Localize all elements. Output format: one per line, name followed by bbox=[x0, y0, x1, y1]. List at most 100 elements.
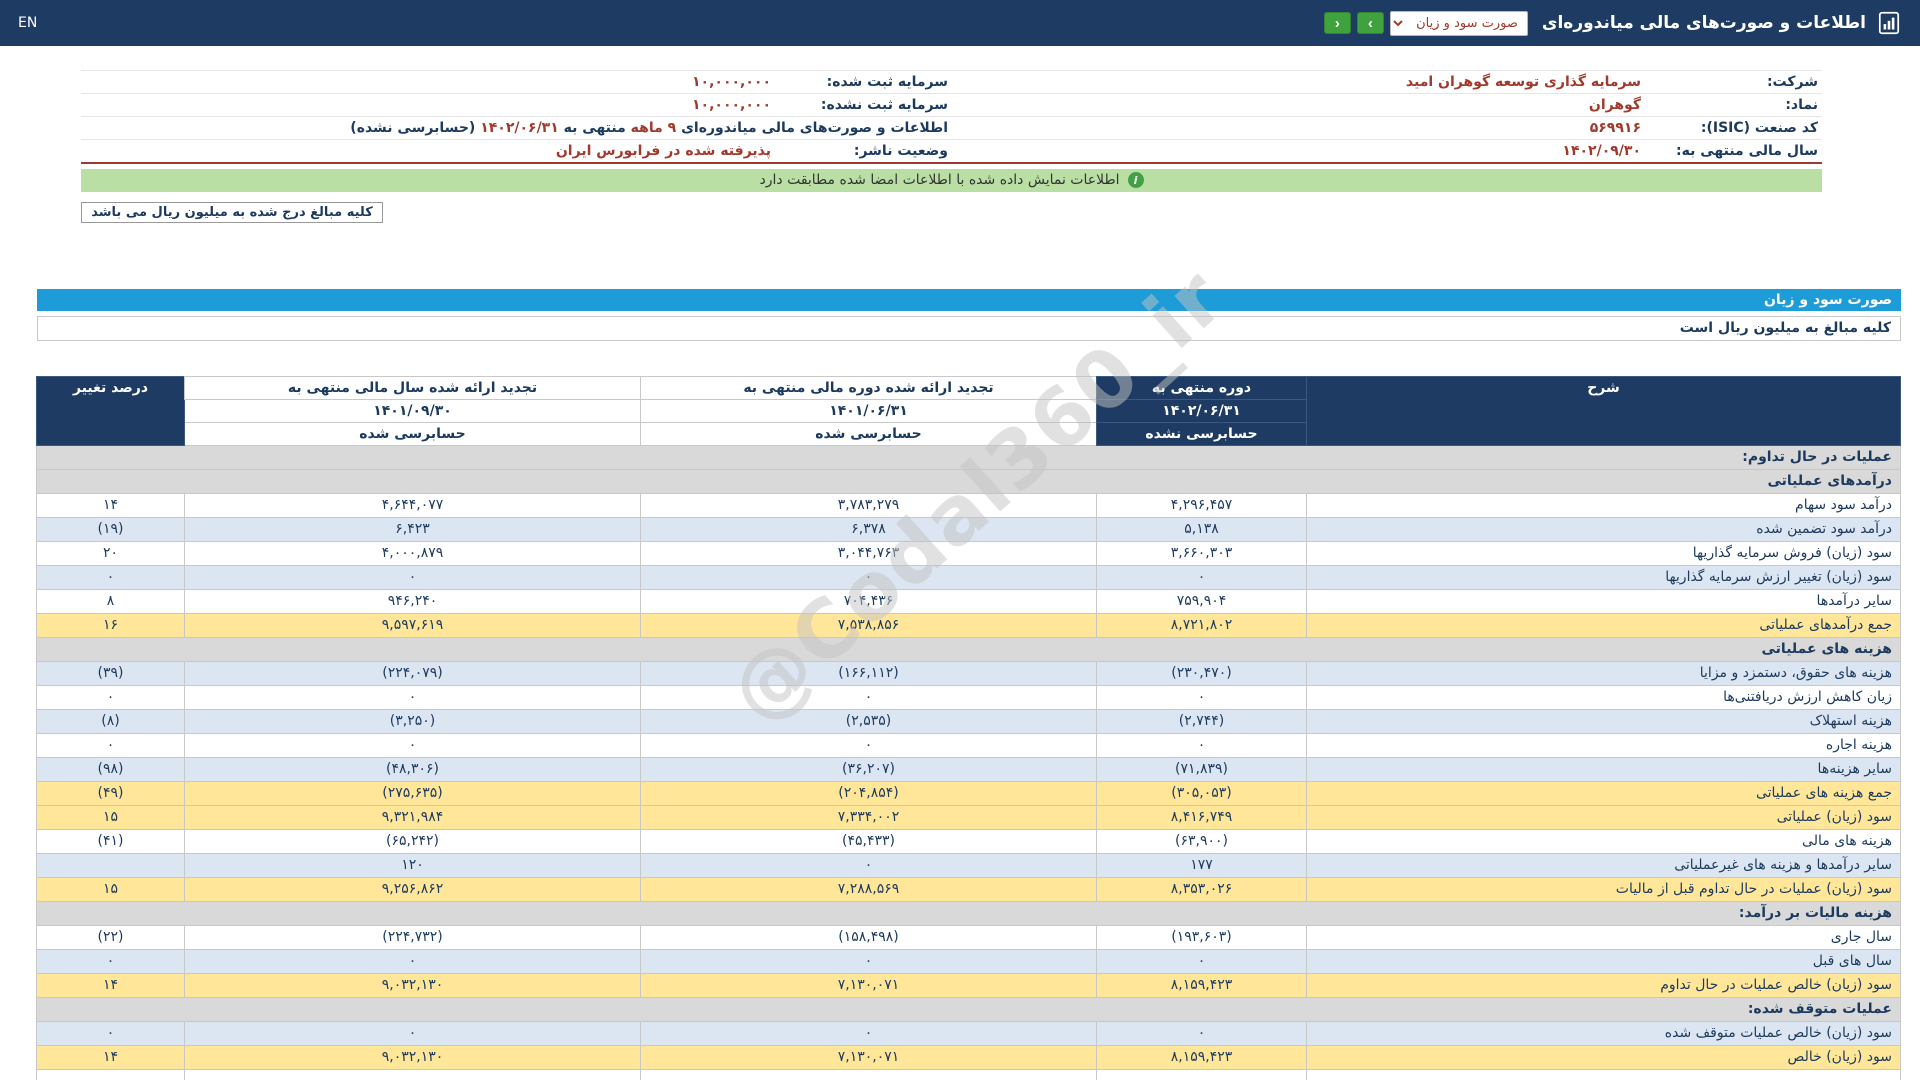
value-restated-period-cell: ۰ bbox=[641, 949, 1097, 973]
company-info-table: شرکت: سرمایه گذاری توسعه گوهران امید سرم… bbox=[81, 70, 1822, 164]
column-header-restated-period: تجدید ارائه شده دوره مالی منتهی به bbox=[641, 376, 1097, 399]
row-label-cell: سایر درآمدها bbox=[1307, 589, 1901, 613]
table-row: جمع هزینه های عملیاتی(۳۰۵,۰۵۳)(۲۰۴,۸۵۴)(… bbox=[37, 781, 1901, 805]
table-row: سود (زیان) خالص عملیات متوقف شده۰۰۰۰ bbox=[37, 1021, 1901, 1045]
value-restated-period-cell: ۰ bbox=[641, 1021, 1097, 1045]
value-restated-year-cell: ۴,۶۴۴,۰۷۷ bbox=[185, 493, 641, 517]
value-current-period-cell: (۲,۷۴۴) bbox=[1097, 709, 1307, 733]
table-row bbox=[37, 1069, 1901, 1080]
section-label: عملیات در حال تداوم: bbox=[37, 445, 1901, 469]
section-row: هزینه مالیات بر درآمد: bbox=[37, 901, 1901, 925]
table-row: سود (زیان) عملیاتی۸,۴۱۶,۷۴۹۷,۳۳۴,۰۰۲۹,۳۲… bbox=[37, 805, 1901, 829]
row-label-cell: سود (زیان) عملیات در حال تداوم قبل از ما… bbox=[1307, 877, 1901, 901]
company-info-section: شرکت: سرمایه گذاری توسعه گوهران امید سرم… bbox=[81, 70, 1822, 164]
fiscal-year-label: سال مالی منتهی به: bbox=[1647, 140, 1822, 163]
statement-table-body: عملیات در حال تداوم:درآمدهای عملیاتیدرآم… bbox=[37, 445, 1901, 1080]
statement-unit-note: کلیه مبالغ به میلیون ریال است bbox=[37, 316, 1901, 341]
table-row: سود (زیان) خالص۸,۱۵۹,۴۲۳۷,۱۳۰,۰۷۱۹,۰۳۲,۱… bbox=[37, 1045, 1901, 1069]
top-navigation-bar: اطلاعات و صورت‌های مالی میاندوره‌ای صورت… bbox=[0, 0, 1920, 46]
value-restated-year-cell: (۲۲۴,۷۳۲) bbox=[185, 925, 641, 949]
value-current-period-cell: ۰ bbox=[1097, 565, 1307, 589]
current-period-date: ۱۴۰۲/۰۶/۳۱ bbox=[1097, 399, 1307, 422]
value-restated-year-cell: (۶۵,۲۴۲) bbox=[185, 829, 641, 853]
percent-change-cell: (۱۹) bbox=[37, 517, 185, 541]
column-header-restated-year: تجدید ارائه شده سال مالی منتهی به bbox=[185, 376, 641, 399]
interim-suffix: (حسابرسی نشده) bbox=[350, 120, 475, 136]
value-current-period-cell: (۱۹۳,۶۰۳) bbox=[1097, 925, 1307, 949]
value-restated-year-cell: ۱۲۰ bbox=[185, 853, 641, 877]
percent-change-cell: (۹۸) bbox=[37, 757, 185, 781]
table-row: هزینه های مالی(۶۳,۹۰۰)(۴۵,۴۳۳)(۶۵,۲۴۲)(۴… bbox=[37, 829, 1901, 853]
value-restated-period-cell: (۱۵۸,۴۹۸) bbox=[641, 925, 1097, 949]
statement-title-bar: صورت سود و زیان bbox=[37, 289, 1901, 311]
codal360-page: { "header": { "title": "اطلاعات و صورت‌ه… bbox=[0, 0, 1920, 1080]
statement-table-header: شرح دوره منتهی به تجدید ارائه شده دوره م… bbox=[37, 376, 1901, 445]
value-restated-period-cell: ۶,۳۷۸ bbox=[641, 517, 1097, 541]
value-restated-period-cell: (۴۵,۴۳۳) bbox=[641, 829, 1097, 853]
signed-data-notice-text: اطلاعات نمایش داده شده با اطلاعات امضا ش… bbox=[760, 172, 1120, 188]
row-label-cell: جمع درآمدهای عملیاتی bbox=[1307, 613, 1901, 637]
statement-select[interactable]: صورت سود و زیان bbox=[1390, 11, 1528, 36]
value-restated-year-cell: (۲۷۵,۶۳۵) bbox=[185, 781, 641, 805]
percent-change-cell: ۱۴ bbox=[37, 493, 185, 517]
interim-middle: منتهی به bbox=[564, 120, 626, 136]
value-current-period-cell: ۵,۱۳۸ bbox=[1097, 517, 1307, 541]
value-restated-period-cell bbox=[641, 1069, 1097, 1080]
value-restated-period-cell: ۷۰۴,۴۳۶ bbox=[641, 589, 1097, 613]
value-restated-period-cell: ۳,۷۸۳,۲۷۹ bbox=[641, 493, 1097, 517]
table-row: سود (زیان) عملیات در حال تداوم قبل از ما… bbox=[37, 877, 1901, 901]
percent-change-cell: ۰ bbox=[37, 733, 185, 757]
isic-value: ۵۶۹۹۱۶ bbox=[952, 117, 1647, 140]
percent-change-cell: ۰ bbox=[37, 685, 185, 709]
row-label-cell: سود (زیان) فروش سرمایه گذاریها bbox=[1307, 541, 1901, 565]
percent-change-cell: ۱۶ bbox=[37, 613, 185, 637]
value-restated-year-cell: ۰ bbox=[185, 1021, 641, 1045]
company-label: شرکت: bbox=[1647, 71, 1822, 94]
value-restated-year-cell: (۳,۲۵۰) bbox=[185, 709, 641, 733]
value-restated-period-cell: (۲۰۴,۸۵۴) bbox=[641, 781, 1097, 805]
percent-change-cell bbox=[37, 1069, 185, 1080]
info-row: شرکت: سرمایه گذاری توسعه گوهران امید سرم… bbox=[81, 71, 1822, 94]
value-restated-year-cell: ۰ bbox=[185, 685, 641, 709]
section-row: هزینه های عملیاتی bbox=[37, 637, 1901, 661]
table-row: سال های قبل۰۰۰۰ bbox=[37, 949, 1901, 973]
percent-change-cell: ۲۰ bbox=[37, 541, 185, 565]
row-label-cell: سود (زیان) تغییر ارزش سرمایه گذاریها bbox=[1307, 565, 1901, 589]
previous-statement-button[interactable]: ‹ bbox=[1324, 12, 1351, 34]
table-row: هزینه اجاره۰۰۰۰ bbox=[37, 733, 1901, 757]
registered-capital-value: ۱۰,۰۰۰,۰۰۰ bbox=[81, 71, 777, 94]
row-label-cell: سایر درآمدها و هزینه های غیرعملیاتی bbox=[1307, 853, 1901, 877]
amounts-unit-note: کلیه مبالغ درج شده به میلیون ریال می باش… bbox=[81, 202, 383, 223]
value-restated-year-cell: ۰ bbox=[185, 949, 641, 973]
value-current-period-cell: ۰ bbox=[1097, 685, 1307, 709]
row-label-cell: درآمد سود تضمین شده bbox=[1307, 517, 1901, 541]
restated-year-date: ۱۴۰۱/۰۹/۳۰ bbox=[185, 399, 641, 422]
percent-change-cell: ۱۵ bbox=[37, 877, 185, 901]
table-row: سایر هزینه‌ها(۷۱,۸۳۹)(۳۶,۲۰۷)(۴۸,۳۰۶)(۹۸… bbox=[37, 757, 1901, 781]
interim-date: ۱۴۰۲/۰۶/۳۱ bbox=[480, 120, 559, 136]
value-restated-period-cell: (۲,۵۳۵) bbox=[641, 709, 1097, 733]
percent-change-cell: ۰ bbox=[37, 949, 185, 973]
value-restated-year-cell: ۹,۳۲۱,۹۸۴ bbox=[185, 805, 641, 829]
value-current-period-cell: ۰ bbox=[1097, 1021, 1307, 1045]
language-toggle[interactable]: EN bbox=[18, 15, 37, 31]
next-statement-button[interactable]: › bbox=[1357, 12, 1384, 34]
row-label-cell: سود (زیان) خالص bbox=[1307, 1045, 1901, 1069]
table-row: زیان کاهش ارزش دریافتنی‌ها۰۰۰۰ bbox=[37, 685, 1901, 709]
value-restated-year-cell: ۹,۵۹۷,۶۱۹ bbox=[185, 613, 641, 637]
table-row: هزینه استهلاک(۲,۷۴۴)(۲,۵۳۵)(۳,۲۵۰)(۸) bbox=[37, 709, 1901, 733]
percent-change-cell: ۱۴ bbox=[37, 1045, 185, 1069]
interim-prefix: اطلاعات و صورت‌های مالی میاندوره‌ای bbox=[681, 120, 948, 136]
section-label: عملیات متوقف شده: bbox=[37, 997, 1901, 1021]
column-header-description: شرح bbox=[1307, 376, 1901, 445]
table-row: درآمد سود سهام۴,۲۹۶,۴۵۷۳,۷۸۳,۲۷۹۴,۶۴۴,۰۷… bbox=[37, 493, 1901, 517]
current-period-audit-status: حسابرسی نشده bbox=[1097, 422, 1307, 445]
row-label-cell: سایر هزینه‌ها bbox=[1307, 757, 1901, 781]
interim-period-line: اطلاعات و صورت‌های مالی میاندوره‌ای ۹ ما… bbox=[81, 117, 952, 140]
app-logo-icon bbox=[1876, 10, 1902, 36]
publisher-status-label: وضعیت ناشر: bbox=[777, 140, 952, 163]
table-row: درآمد سود تضمین شده۵,۱۳۸۶,۳۷۸۶,۴۲۳(۱۹) bbox=[37, 517, 1901, 541]
value-current-period-cell: (۷۱,۸۳۹) bbox=[1097, 757, 1307, 781]
table-row: سایر درآمدها۷۵۹,۹۰۴۷۰۴,۴۳۶۹۴۶,۲۴۰۸ bbox=[37, 589, 1901, 613]
row-label-cell bbox=[1307, 1069, 1901, 1080]
